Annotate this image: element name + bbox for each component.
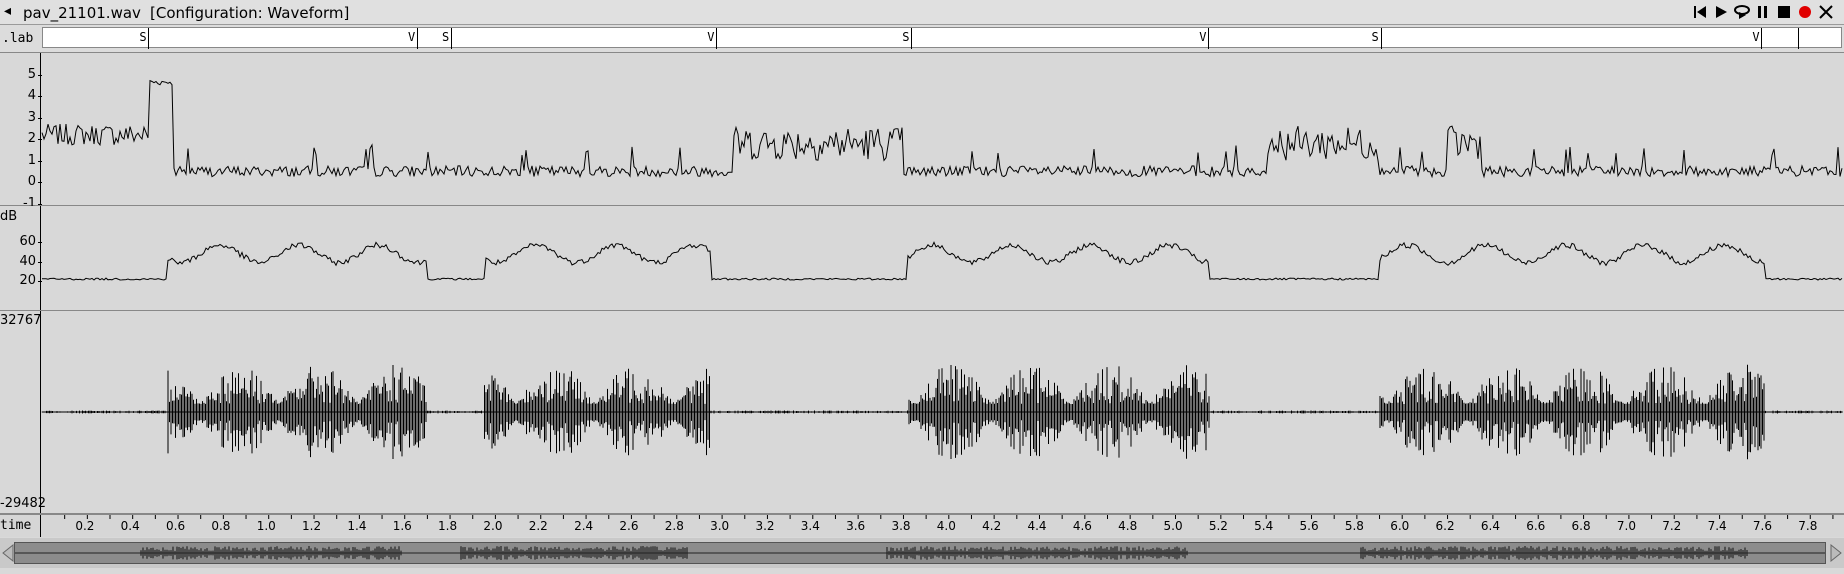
pitch-curve-svg — [41, 79, 1843, 179]
time-tick-label: 6.0 — [1390, 519, 1410, 533]
time-tick-label: 3.8 — [891, 519, 911, 533]
time-tick-label: 2.2 — [528, 519, 548, 533]
label-boundary[interactable] — [911, 28, 913, 49]
time-tick-label: 7.2 — [1662, 519, 1682, 533]
overview-waveform — [15, 546, 1825, 560]
time-tick-label: 2.8 — [664, 519, 684, 533]
time-tick-label: 7.0 — [1616, 519, 1636, 533]
time-tick-label: 4.6 — [1072, 519, 1092, 533]
tier-name: .lab — [2, 31, 34, 46]
time-tick-label: 2.6 — [619, 519, 639, 533]
label-tier: .lab S V S V S V S V — [0, 25, 1844, 53]
time-tick-label: 7.4 — [1707, 519, 1727, 533]
label-text: S — [902, 30, 910, 44]
time-tick-label: 0.8 — [211, 519, 231, 533]
close-icon[interactable] — [1817, 4, 1835, 20]
energy-curve-svg — [41, 241, 1843, 281]
label-text: V — [408, 30, 416, 44]
time-tick-label: 5.0 — [1163, 519, 1183, 533]
label-boundary[interactable] — [148, 28, 150, 49]
waveform-trace — [41, 364, 1843, 460]
time-tick-label: 1.2 — [302, 519, 322, 533]
label-text: V — [1752, 30, 1760, 44]
pause-icon[interactable] — [1754, 4, 1772, 20]
label-text: S — [1371, 30, 1379, 44]
time-tick-label: 6.6 — [1526, 519, 1546, 533]
time-tick-label: 1.8 — [438, 519, 458, 533]
time-tick-label: 3.4 — [800, 519, 820, 533]
label-text: V — [707, 30, 715, 44]
time-tick-label: 3.2 — [755, 519, 775, 533]
energy-curve — [41, 241, 1843, 281]
energy-pane[interactable]: dB 60 40 20 — [0, 206, 1844, 311]
title-bar: ◂ pav_21101.wav [Configuration: Waveform… — [0, 0, 1844, 25]
time-tick-label: 6.2 — [1435, 519, 1455, 533]
play-icon[interactable] — [1712, 4, 1730, 20]
time-tick-label: 3.6 — [846, 519, 866, 533]
record-icon[interactable] — [1796, 4, 1814, 20]
configuration-label: [Configuration: Waveform] — [150, 4, 350, 22]
file-name: pav_21101.wav — [23, 4, 141, 22]
label-text: S — [139, 30, 147, 44]
time-tick-label: 2.0 — [483, 519, 503, 533]
scroll-thumb[interactable] — [14, 542, 1826, 564]
time-tick-label: 2.4 — [574, 519, 594, 533]
label-boundary[interactable] — [1761, 28, 1763, 49]
waveform-svg — [41, 364, 1843, 460]
label-boundary[interactable] — [1208, 28, 1210, 49]
time-tick-label: 3.0 — [710, 519, 730, 533]
loop-play-icon[interactable] — [1733, 4, 1751, 20]
overview-scrollbar[interactable] — [0, 538, 1844, 568]
waveform-pane[interactable]: 32767 -29482 — [0, 311, 1844, 514]
time-tick-label: 4.2 — [982, 519, 1002, 533]
time-tick-label: 1.0 — [256, 519, 276, 533]
time-tick-label: 0.4 — [120, 519, 140, 533]
skip-to-start-icon[interactable] — [1691, 4, 1709, 20]
pitch-pane[interactable]: 5 4 3 2 1 0 -1 — [0, 53, 1844, 211]
time-tick-label: 1.4 — [347, 519, 367, 533]
time-ticks-svg — [64, 515, 1834, 519]
label-text: V — [1199, 30, 1207, 44]
time-tick-label: 6.8 — [1571, 519, 1591, 533]
label-boundary[interactable] — [716, 28, 718, 49]
label-boundary[interactable] — [451, 28, 453, 49]
pitch-curve — [41, 79, 1843, 179]
time-tick-label: 4.0 — [936, 519, 956, 533]
time-tick-label: 6.4 — [1480, 519, 1500, 533]
label-boundary[interactable] — [1380, 28, 1382, 49]
menu-arrow-icon[interactable]: ◂ — [4, 3, 11, 19]
time-tick-label: 5.4 — [1254, 519, 1274, 533]
time-tick-label: 4.4 — [1027, 519, 1047, 533]
label-text: S — [442, 30, 450, 44]
label-track[interactable]: SVSVSVSV — [42, 27, 1842, 49]
time-tick-label: 5.8 — [1344, 519, 1364, 533]
time-tick-label: 5.2 — [1208, 519, 1228, 533]
time-tick-label: 1.6 — [392, 519, 412, 533]
time-tick-label: 4.8 — [1118, 519, 1138, 533]
label-boundary[interactable] — [1797, 28, 1799, 49]
label-boundary[interactable] — [417, 28, 419, 49]
time-tick-label: 0.2 — [75, 519, 95, 533]
time-tick-label: 7.6 — [1752, 519, 1773, 533]
time-axis: time 0.2 0.4 0.6 0.8 1.0 1.2 1.4 1.6 1.8 2.0 2.2 2.… — [0, 514, 1844, 537]
stop-icon[interactable] — [1775, 4, 1793, 20]
time-tick-label: 0.6 — [166, 519, 186, 533]
time-tick-label: 5.6 — [1299, 519, 1319, 533]
time-tick-label: 7.8 — [1798, 519, 1818, 533]
